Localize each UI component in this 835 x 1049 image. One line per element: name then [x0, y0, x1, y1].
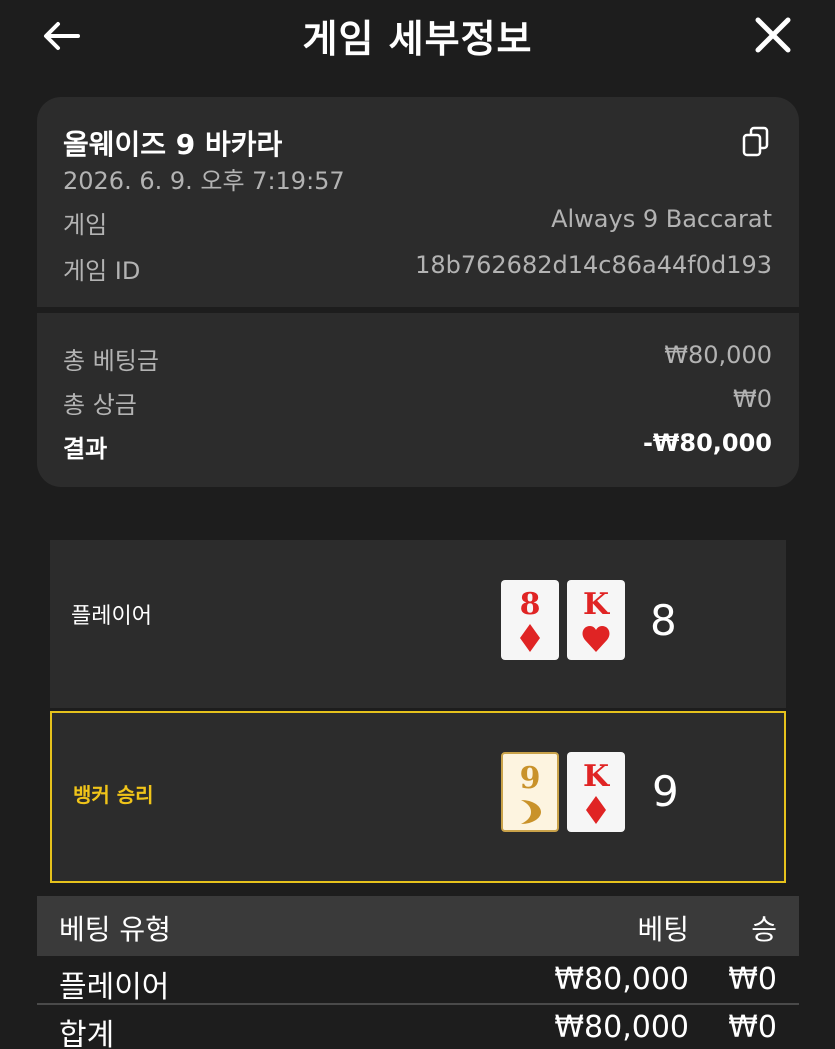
table-divider [37, 1003, 799, 1005]
total-row-amount: ₩80,000 [554, 1010, 689, 1045]
banker-win-label: 뱅커 승리 [73, 783, 154, 807]
close-icon [755, 17, 791, 53]
banker-score: 9 [652, 767, 679, 816]
card-rank: 9 [520, 761, 541, 796]
total-win-value: ₩0 [733, 385, 772, 413]
card-rank: K [583, 759, 610, 794]
card-rank: 8 [520, 587, 541, 622]
bet-type-header: 베팅 유형 [59, 913, 171, 946]
result-value: -₩80,000 [642, 429, 772, 457]
game-datetime: 2026. 6. 9. 오후 7:19:57 [63, 167, 345, 195]
player-hand: 플레이어 8 K 8 [50, 540, 786, 708]
game-id-label: 게임 ID [63, 257, 141, 285]
total-bet-label: 총 베팅금 [63, 347, 159, 375]
playing-card-k-diamond: K [567, 752, 625, 832]
copy-button[interactable] [741, 125, 771, 159]
always9-emblem-icon [521, 800, 541, 824]
game-id-value[interactable]: 18b762682d14c86a44f0d193 [415, 251, 772, 279]
game-name: 올웨이즈 9 바카라 [63, 128, 283, 161]
result-label: 결과 [63, 435, 108, 463]
total-row-win: ₩0 [728, 1010, 777, 1045]
heart-suit-icon [582, 626, 610, 652]
game-label: 게임 [63, 211, 108, 239]
bet-row-type: 플레이어 [59, 970, 170, 1005]
total-bet-value: ₩80,000 [664, 341, 772, 369]
close-button[interactable] [750, 12, 796, 58]
bet-row-win: ₩0 [728, 962, 777, 997]
win-header: 승 [751, 913, 777, 946]
copy-icon [742, 126, 769, 157]
playing-card-9-special: 9 [501, 752, 559, 832]
diamond-suit-icon [520, 624, 540, 652]
playing-card-k-heart: K [567, 580, 625, 660]
total-row-label: 합계 [59, 1018, 115, 1049]
player-score: 8 [650, 596, 677, 645]
card-rank: K [583, 587, 610, 622]
bet-row-amount: ₩80,000 [554, 962, 689, 997]
diamond-suit-icon [586, 796, 606, 824]
game-summary-card: 올웨이즈 9 바카라 2026. 6. 9. 오후 7:19:57 게임 Alw… [37, 97, 799, 487]
page-title: 게임 세부정보 [302, 17, 533, 61]
bets-table-header: 베팅 유형 베팅 승 [37, 896, 799, 956]
game-value: Always 9 Baccarat [551, 205, 772, 233]
player-label: 플레이어 [71, 604, 152, 629]
playing-card-8-diamond: 8 [501, 580, 559, 660]
top-bar: 게임 세부정보 [0, 0, 835, 74]
banker-hand-winner: 뱅커 승리 9 K 9 [50, 711, 786, 883]
section-divider [37, 307, 799, 313]
bet-amount-header: 베팅 [637, 913, 689, 946]
total-win-label: 총 상금 [63, 391, 137, 419]
